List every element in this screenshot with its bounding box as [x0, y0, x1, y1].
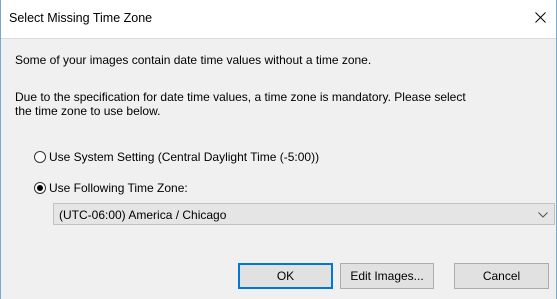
close-icon	[535, 12, 546, 23]
use-following-time-zone-option[interactable]: Use Following Time Zone:	[34, 180, 188, 196]
use-following-time-zone-label[interactable]: Use Following Time Zone:	[49, 181, 188, 195]
dialog-content: Some of your images contain date time va…	[1, 38, 556, 299]
use-system-setting-label[interactable]: Use System Setting (Central Daylight Tim…	[49, 150, 319, 164]
select-missing-time-zone-dialog: Select Missing Time Zone Some of your im…	[0, 0, 557, 299]
chevron-down-icon	[538, 212, 548, 218]
use-system-setting-option[interactable]: Use System Setting (Central Daylight Tim…	[34, 149, 319, 165]
edit-images-button[interactable]: Edit Images...	[340, 263, 434, 289]
use-following-time-zone-radio[interactable]	[34, 182, 46, 194]
message-line-2a: Due to the specification for date time v…	[15, 90, 466, 104]
window-title: Select Missing Time Zone	[9, 11, 153, 25]
message-line-2b: the time zone to use below.	[15, 104, 161, 118]
close-button[interactable]	[526, 2, 556, 32]
use-system-setting-radio[interactable]	[34, 151, 46, 163]
message-line-1: Some of your images contain date time va…	[15, 53, 372, 67]
message-line-2: Due to the specification for date time v…	[15, 90, 555, 118]
time-zone-select-value: (UTC-06:00) America / Chicago	[59, 208, 227, 222]
ok-button[interactable]: OK	[238, 263, 333, 289]
title-bar: Select Missing Time Zone	[1, 0, 556, 38]
time-zone-select[interactable]: (UTC-06:00) America / Chicago	[53, 203, 555, 225]
cancel-button[interactable]: Cancel	[454, 263, 549, 289]
